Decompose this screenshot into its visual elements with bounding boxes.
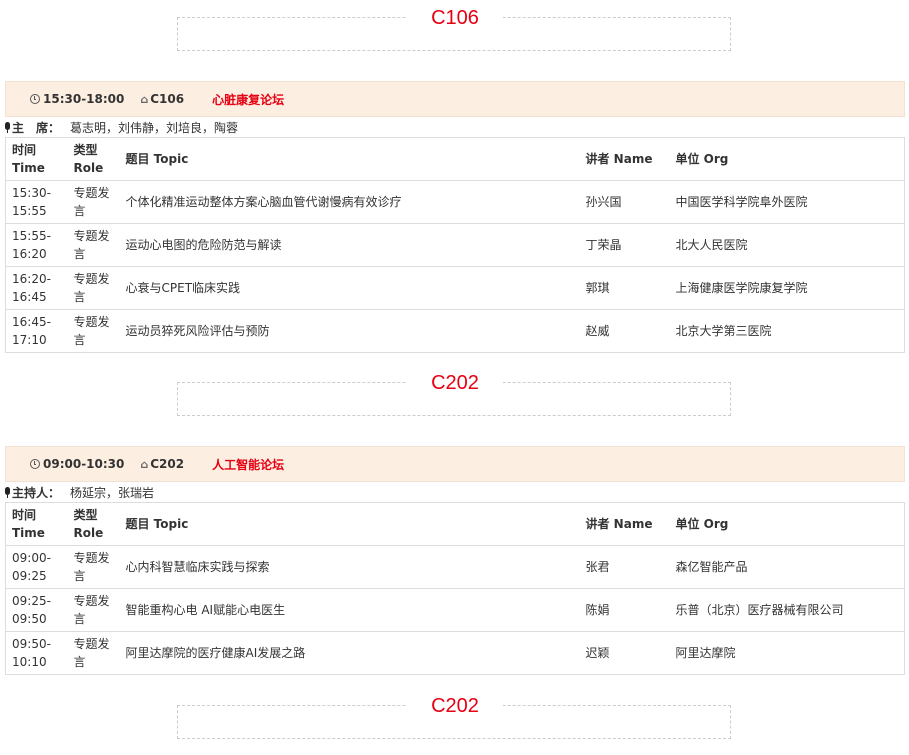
row-role: 专题发言 — [67, 266, 120, 310]
chair-names: 杨延宗，张瑞岩 — [70, 485, 155, 500]
table-header-row: 时间 Time 类型 Role 题目 Topic 讲者 Name 单位 Org — [5, 502, 905, 546]
row-speaker: 孙兴国 — [579, 180, 670, 224]
row-org: 森亿智能产品 — [669, 545, 905, 589]
row-time: 09:50-10:10 — [5, 631, 68, 675]
table-row: 16:20-16:45 专题发言 心衰与CPET临床实践 郭琪 上海健康医学院康… — [5, 266, 905, 310]
row-org: 乐普（北京）医疗器械有限公司 — [669, 588, 905, 632]
col-org-header: 单位 Org — [669, 137, 905, 181]
row-speaker: 赵威 — [579, 309, 670, 353]
row-time: 15:55-16:20 — [5, 223, 68, 267]
row-role: 专题发言 — [67, 545, 120, 589]
chair-line: 主持人： 杨延宗，张瑞岩 — [5, 482, 905, 502]
session-time: 15:30-18:00 — [30, 92, 124, 106]
row-topic: 心衰与CPET临床实践 — [119, 266, 580, 310]
session-time: 09:00-10:30 — [30, 457, 124, 471]
schedule-table: 时间 Time 类型 Role 题目 Topic 讲者 Name 单位 Org … — [5, 502, 905, 675]
session-header: 09:00-10:30 ⌂ C202 人工智能论坛 — [5, 446, 905, 482]
room-block-c106: C106 — [177, 2, 733, 51]
row-topic: 阿里达摩院的医疗健康AI发展之路 — [119, 631, 580, 675]
row-speaker: 张君 — [579, 545, 670, 589]
row-org: 北大人民医院 — [669, 223, 905, 267]
session-time-text: 15:30-18:00 — [43, 92, 125, 106]
session-title[interactable]: 心脏康复论坛 — [212, 91, 284, 108]
row-speaker: 陈娟 — [579, 588, 670, 632]
microphone-icon — [5, 122, 10, 133]
row-role: 专题发言 — [67, 588, 120, 632]
col-speaker-header: 讲者 Name — [579, 137, 670, 181]
row-speaker: 丁荣晶 — [579, 223, 670, 267]
schedule-table: 时间 Time 类型 Role 题目 Topic 讲者 Name 单位 Org … — [5, 137, 905, 353]
row-time: 15:30-15:55 — [5, 180, 68, 224]
home-icon: ⌂ — [140, 92, 149, 106]
row-role: 专题发言 — [67, 180, 120, 224]
col-role-header: 类型 Role — [67, 137, 120, 181]
row-role: 专题发言 — [67, 309, 120, 353]
session-c202: 09:00-10:30 ⌂ C202 人工智能论坛 主持人： 杨延宗，张瑞岩 时… — [5, 446, 905, 675]
chair-names: 葛志明，刘伟静，刘培良，陶蓉 — [70, 120, 239, 135]
row-time: 16:45-17:10 — [5, 309, 68, 353]
clock-icon — [30, 94, 40, 104]
row-role: 专题发言 — [67, 223, 120, 267]
row-topic: 个体化精准运动整体方案心脑血管代谢慢病有效诊疗 — [119, 180, 580, 224]
row-time: 09:00-09:25 — [5, 545, 68, 589]
room-block-c202-2: C202 — [177, 690, 733, 739]
session-room: ⌂ C106 — [140, 92, 184, 106]
row-topic: 运动员猝死风险评估与预防 — [119, 309, 580, 353]
chair-label: 主 席： — [12, 120, 61, 135]
row-time: 16:20-16:45 — [5, 266, 68, 310]
col-topic-header: 题目 Topic — [119, 137, 580, 181]
table-row: 09:50-10:10 专题发言 阿里达摩院的医疗健康AI发展之路 迟颖 阿里达… — [5, 631, 905, 675]
session-title[interactable]: 人工智能论坛 — [212, 456, 284, 473]
session-room-text: C202 — [150, 457, 185, 471]
session-room-text: C106 — [150, 92, 185, 106]
row-role: 专题发言 — [67, 631, 120, 675]
table-row: 15:55-16:20 专题发言 运动心电图的危险防范与解读 丁荣晶 北大人民医… — [5, 223, 905, 267]
table-row: 09:25-09:50 专题发言 智能重构心电 AI赋能心电医生 陈娟 乐普（北… — [5, 588, 905, 632]
home-icon: ⌂ — [140, 457, 149, 471]
row-org: 上海健康医学院康复学院 — [669, 266, 905, 310]
room-label: C106 — [407, 6, 503, 30]
clock-icon — [30, 459, 40, 469]
table-header-row: 时间 Time 类型 Role 题目 Topic 讲者 Name 单位 Org — [5, 137, 905, 181]
session-header: 15:30-18:00 ⌂ C106 心脏康复论坛 — [5, 81, 905, 117]
row-org: 阿里达摩院 — [669, 631, 905, 675]
col-org-header: 单位 Org — [669, 502, 905, 546]
row-topic: 运动心电图的危险防范与解读 — [119, 223, 580, 267]
session-time-text: 09:00-10:30 — [43, 457, 125, 471]
row-org: 中国医学科学院阜外医院 — [669, 180, 905, 224]
room-label: C202 — [407, 694, 503, 718]
row-org: 北京大学第三医院 — [669, 309, 905, 353]
row-speaker: 郭琪 — [579, 266, 670, 310]
col-topic-header: 题目 Topic — [119, 502, 580, 546]
col-time-header: 时间 Time — [5, 502, 68, 546]
microphone-icon — [5, 487, 10, 498]
table-row: 16:45-17:10 专题发言 运动员猝死风险评估与预防 赵威 北京大学第三医… — [5, 309, 905, 353]
chair-label: 主持人： — [12, 485, 61, 500]
col-time-header: 时间 Time — [5, 137, 68, 181]
row-speaker: 迟颖 — [579, 631, 670, 675]
table-row: 09:00-09:25 专题发言 心内科智慧临床实践与探索 张君 森亿智能产品 — [5, 545, 905, 589]
chair-line: 主 席： 葛志明，刘伟静，刘培良，陶蓉 — [5, 117, 905, 137]
room-label: C202 — [407, 371, 503, 395]
room-block-c202: C202 — [177, 367, 733, 416]
row-topic: 智能重构心电 AI赋能心电医生 — [119, 588, 580, 632]
session-room: ⌂ C202 — [140, 457, 184, 471]
col-speaker-header: 讲者 Name — [579, 502, 670, 546]
row-topic: 心内科智慧临床实践与探索 — [119, 545, 580, 589]
table-row: 15:30-15:55 专题发言 个体化精准运动整体方案心脑血管代谢慢病有效诊疗… — [5, 180, 905, 224]
session-c106: 15:30-18:00 ⌂ C106 心脏康复论坛 主 席： 葛志明，刘伟静，刘… — [5, 81, 905, 353]
row-time: 09:25-09:50 — [5, 588, 68, 632]
col-role-header: 类型 Role — [67, 502, 120, 546]
